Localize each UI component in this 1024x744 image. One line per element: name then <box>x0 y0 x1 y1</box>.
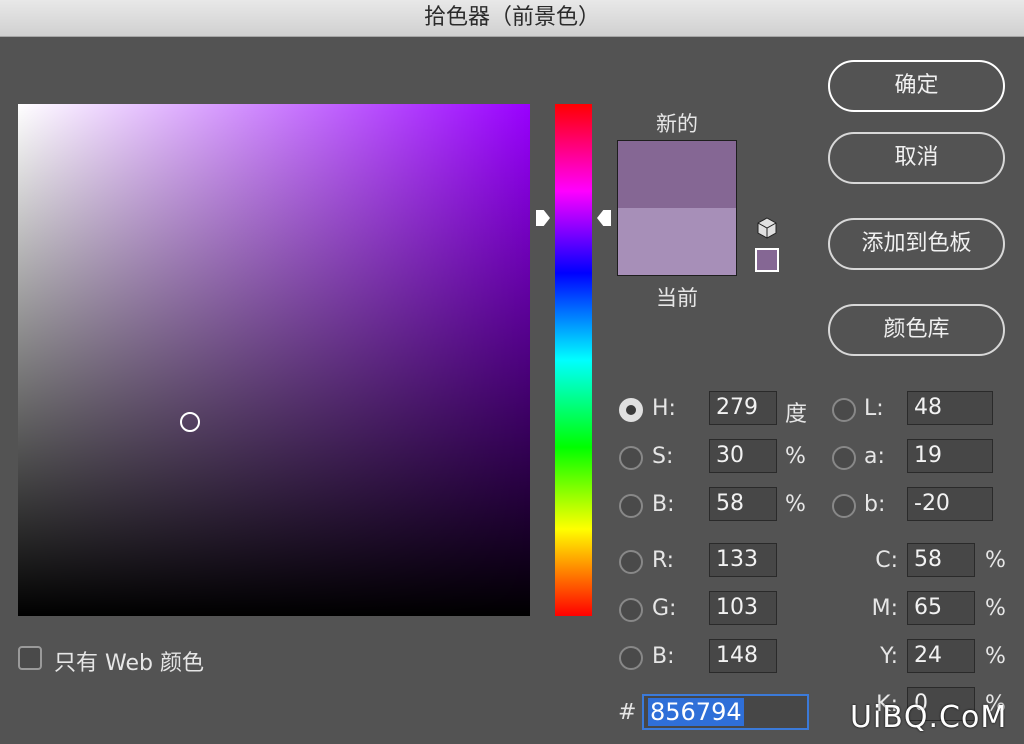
red-label: R: <box>652 548 675 573</box>
lab-b-input[interactable]: -20 <box>907 487 993 521</box>
cyan-label: C: <box>875 548 898 573</box>
saturation-input[interactable]: 30 <box>709 439 777 473</box>
hue-slider[interactable] <box>555 104 592 616</box>
brightness-label: B: <box>652 492 675 517</box>
new-color-label: 新的 <box>656 112 698 136</box>
lab-l-radio[interactable] <box>832 398 856 422</box>
yellow-input[interactable]: 24 <box>907 639 975 673</box>
lab-b-label: b: <box>864 492 886 517</box>
brightness-radio[interactable] <box>619 494 643 518</box>
lab-a-input[interactable]: 19 <box>907 439 993 473</box>
blue-label: B: <box>652 644 675 669</box>
red-input[interactable]: 133 <box>709 543 777 577</box>
hue-input[interactable]: 279 <box>709 391 777 425</box>
current-color-label: 当前 <box>656 286 698 310</box>
hex-value: 856794 <box>648 698 744 726</box>
lab-l-label: L: <box>864 396 884 421</box>
cyan-input[interactable]: 58 <box>907 543 975 577</box>
yellow-unit: % <box>985 644 1006 669</box>
brightness-unit: % <box>785 492 806 517</box>
window-title: 拾色器（前景色） <box>0 0 1024 37</box>
watermark: UiBQ.CoM <box>850 700 1008 735</box>
red-radio[interactable] <box>619 550 643 574</box>
lab-a-label: a: <box>864 444 885 469</box>
hue-slider-arrow-right-icon[interactable] <box>597 210 611 226</box>
web-colors-only-label: 只有 Web 颜色 <box>54 651 204 676</box>
color-field-cursor[interactable] <box>180 412 200 432</box>
web-safe-color-swatch[interactable] <box>755 248 779 272</box>
green-radio[interactable] <box>619 598 643 622</box>
magenta-label: M: <box>871 596 898 621</box>
color-picker-window: 拾色器（前景色） 新的 当前 确定 取消 添加到色板 颜色库 H: 279 度 … <box>0 0 1024 744</box>
saturation-radio[interactable] <box>619 446 643 470</box>
cyan-unit: % <box>985 548 1006 573</box>
cube-icon[interactable] <box>756 216 778 240</box>
add-to-swatches-button[interactable]: 添加到色板 <box>828 218 1005 270</box>
green-label: G: <box>652 596 677 621</box>
magenta-unit: % <box>985 596 1006 621</box>
current-color-swatch[interactable] <box>618 208 736 275</box>
blue-radio[interactable] <box>619 646 643 670</box>
new-color-swatch <box>618 141 736 208</box>
magenta-input[interactable]: 65 <box>907 591 975 625</box>
brightness-input[interactable]: 58 <box>709 487 777 521</box>
color-preview <box>617 140 737 276</box>
green-input[interactable]: 103 <box>709 591 777 625</box>
lab-b-radio[interactable] <box>832 494 856 518</box>
color-libraries-button[interactable]: 颜色库 <box>828 304 1005 356</box>
color-field[interactable] <box>18 104 530 616</box>
hex-label: # <box>618 700 637 725</box>
ok-button[interactable]: 确定 <box>828 60 1005 112</box>
saturation-unit: % <box>785 444 806 469</box>
hue-label: H: <box>652 396 676 421</box>
hue-slider-arrow-left-icon[interactable] <box>536 210 550 226</box>
blue-input[interactable]: 148 <box>709 639 777 673</box>
saturation-label: S: <box>652 444 674 469</box>
hex-input[interactable]: 856794 <box>642 694 809 730</box>
lab-a-radio[interactable] <box>832 446 856 470</box>
yellow-label: Y: <box>880 644 898 669</box>
hue-unit: 度 <box>785 402 808 427</box>
hue-radio[interactable] <box>619 398 643 422</box>
lab-l-input[interactable]: 48 <box>907 391 993 425</box>
cancel-button[interactable]: 取消 <box>828 132 1005 184</box>
web-colors-only-checkbox[interactable] <box>18 646 42 670</box>
